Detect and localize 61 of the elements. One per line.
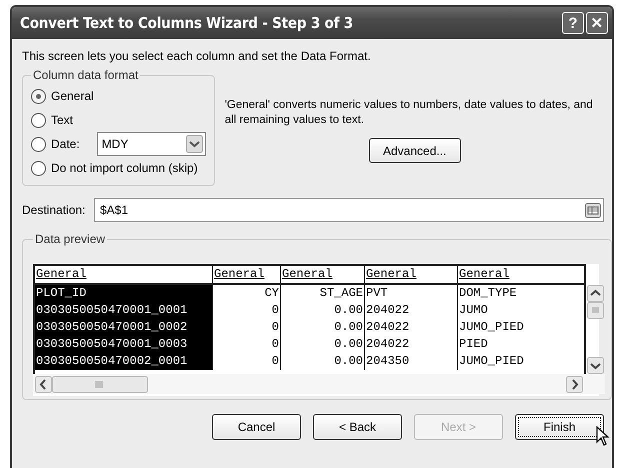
preview-cell: 0 xyxy=(213,319,281,336)
column-header[interactable]: General xyxy=(35,266,213,283)
intro-text: This screen lets you select each column and set the Data Format. xyxy=(22,49,372,63)
preview-cell: CY xyxy=(213,285,281,302)
radio-button[interactable] xyxy=(31,88,46,104)
preview-cell: 0.00 xyxy=(281,336,365,353)
option-label[interactable]: Text xyxy=(51,113,74,127)
mouse-pointer-icon xyxy=(596,426,610,446)
preview-cell: 0.00 xyxy=(281,302,365,319)
preview-cell: 0.00 xyxy=(281,353,365,370)
collapse-dialog-icon[interactable] xyxy=(585,202,601,218)
radio-button[interactable] xyxy=(31,160,46,176)
preview-cell: PLOT_ID xyxy=(35,285,213,302)
preview-cell: 0303050050470001_0001 xyxy=(35,302,213,319)
preview-cell: 0 xyxy=(213,302,281,319)
preview-cell: JUMO_PIED xyxy=(458,353,584,370)
preview-cell: 204022 xyxy=(365,302,458,319)
preview-cell: PIED xyxy=(458,336,584,353)
preview-cell: 204022 xyxy=(365,336,458,353)
preview-cell: 0 xyxy=(213,353,281,370)
advanced-button[interactable]: Advanced... xyxy=(368,138,461,163)
destination-field[interactable]: $A$1 xyxy=(94,198,604,222)
scroll-thumb-icon[interactable] xyxy=(587,302,604,319)
preview-cell: 0 xyxy=(213,336,281,353)
preview-cell: JUMO_PIED xyxy=(458,319,584,336)
wizard-button[interactable]: Finish xyxy=(515,414,604,440)
scroll-right-icon[interactable] xyxy=(566,376,583,393)
radio-button[interactable] xyxy=(31,112,46,128)
scroll-down-icon[interactable] xyxy=(587,357,604,374)
column-header[interactable]: General xyxy=(281,266,365,283)
preview-cell: PVT xyxy=(365,285,458,302)
preview-cell: 204350 xyxy=(365,353,458,370)
destination-label: Destination: xyxy=(22,203,86,217)
column-header[interactable]: General xyxy=(213,266,281,283)
preview-cell: ST_AGE xyxy=(281,285,365,302)
preview-cell: JUMO xyxy=(458,302,584,319)
date-format-dropdown[interactable]: MDY xyxy=(96,132,206,156)
column-header[interactable]: General xyxy=(458,266,584,283)
wizard-button[interactable]: < Back xyxy=(313,414,402,440)
wizard-button[interactable]: Cancel xyxy=(212,414,301,440)
option-label[interactable]: General xyxy=(51,89,94,103)
option-label[interactable]: Date: xyxy=(51,137,80,151)
preview-cell: DOM_TYPE xyxy=(458,285,584,302)
scroll-up-icon[interactable] xyxy=(587,285,604,302)
column-header[interactable]: General xyxy=(365,266,458,283)
preview-cell: 204022 xyxy=(365,319,458,336)
preview-cell: 0303050050470001_0002 xyxy=(35,319,213,336)
preview-cell: 0.00 xyxy=(281,319,365,336)
window-title: Convert Text to Columns Wizard - Step 3 of 3 xyxy=(20,14,354,32)
scroll-left-icon[interactable] xyxy=(35,376,52,393)
help-button[interactable]: ? xyxy=(562,12,584,34)
close-button[interactable]: ✕ xyxy=(586,12,608,34)
option-label[interactable]: Do not import column (skip) xyxy=(51,161,198,175)
group-legend: Data preview xyxy=(33,232,108,246)
format-explanation: 'General' converts numeric values to numbers, date values to dates, and all remaining values to text. xyxy=(224,98,594,128)
scroll-thumb-icon[interactable] xyxy=(52,376,148,393)
radio-button[interactable] xyxy=(31,136,46,152)
group-legend: Column data format xyxy=(31,68,140,82)
horizontal-scrollbar[interactable] xyxy=(33,374,605,394)
preview-cell: 0303050050470001_0003 xyxy=(35,336,213,353)
preview-cell: 0303050050470002_0001 xyxy=(35,353,213,370)
